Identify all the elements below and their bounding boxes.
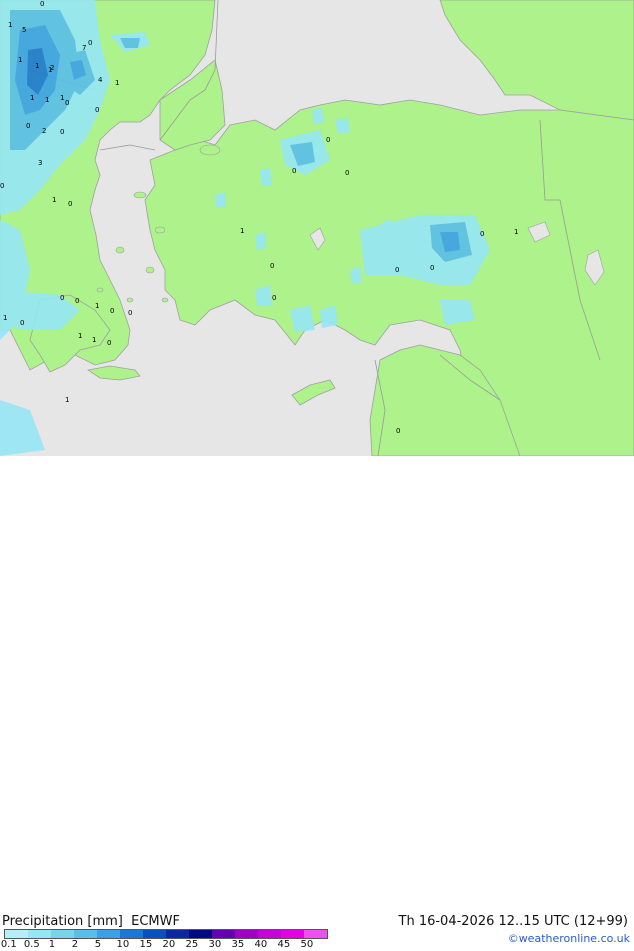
map-footer: Precipitation [mm] ECMWF Th 16-04-2026 1…	[0, 456, 634, 950]
precip-point-label: 5	[22, 26, 26, 34]
legend-swatch	[143, 930, 166, 938]
legend-tick-label: 5	[94, 939, 102, 950]
valid-time: Th 16-04-2026 12..15 UTC (12+99)	[398, 914, 629, 929]
precip-point-label: 1	[60, 94, 64, 102]
precip-point-label: 0	[480, 230, 484, 238]
legend-swatch	[281, 930, 304, 938]
legend-swatch	[97, 930, 120, 938]
legend-tick-label: 0.5	[23, 939, 40, 950]
legend-tick-label: 0.1	[0, 939, 17, 950]
legend-tick-label: 30	[208, 939, 222, 950]
precip-point-label: 0	[60, 128, 64, 136]
credit-link[interactable]: ©weatheronline.co.uk	[508, 932, 630, 945]
precip-point-label: 1	[3, 314, 7, 322]
map-title: Precipitation [mm] ECMWF	[2, 914, 180, 929]
legend-swatch	[28, 930, 51, 938]
precip-point-label: 1	[8, 21, 12, 29]
legend-tick-label: 1	[48, 939, 56, 950]
legend-tick-label: 15	[139, 939, 153, 950]
precipitation-map: 0151112741111003020010100000000101001100…	[0, 0, 634, 457]
precip-point-label: 0	[128, 309, 132, 317]
precip-point-label: 1	[514, 228, 518, 236]
precip-point-label: 1	[78, 332, 82, 340]
legend-color-bar	[4, 929, 328, 939]
precip-point-label: 7	[82, 44, 86, 52]
legend-swatch	[189, 930, 212, 938]
precip-point-label: 1	[45, 96, 49, 104]
precip-point-label: 1	[92, 336, 96, 344]
precip-point-label: 0	[68, 200, 72, 208]
precip-point-label: 0	[88, 39, 92, 47]
precip-point-label: 1	[65, 396, 69, 404]
legend-swatch	[304, 930, 327, 938]
precip-point-label: 0	[396, 427, 400, 435]
precip-point-label: 0	[345, 169, 349, 177]
map-canvas: 01511 1274 11 1 100302 001 01000000 00 1010 01 1 00…	[0, 0, 634, 457]
legend-swatch	[74, 930, 97, 938]
legend-swatch	[235, 930, 258, 938]
precip-point-label: 0	[270, 262, 274, 270]
precip-point-label: 1	[52, 196, 56, 204]
precip-point-label: 0	[110, 307, 114, 315]
legend-tick-label: 25	[185, 939, 199, 950]
legend-tick-label: 35	[231, 939, 245, 950]
precip-point-label: 0	[292, 167, 296, 175]
precip-point-label: 3	[38, 159, 42, 167]
legend-swatch	[166, 930, 189, 938]
precip-legend: 0.1 0.5 1 2 5 10 15 20 25 30 35 40 45 50	[0, 929, 328, 951]
precip-point-label: 1	[95, 302, 99, 310]
precip-point-label: 0	[430, 264, 434, 272]
legend-labels: 0.1 0.5 1 2 5 10 15 20 25 30 35 40 45 50	[0, 939, 328, 951]
precip-point-label: 1	[30, 94, 34, 102]
legend-swatch	[51, 930, 74, 938]
precip-point-label: 0	[95, 106, 99, 114]
legend-tick-label: 10	[116, 939, 130, 950]
legend-swatch	[5, 930, 28, 938]
precip-point-label: 1	[35, 62, 39, 70]
precip-point-label: 4	[98, 76, 103, 84]
legend-swatch	[212, 930, 235, 938]
precip-point-label: 2	[50, 64, 54, 72]
precip-point-label: 0	[272, 294, 276, 302]
precip-point-label: 0	[26, 122, 30, 130]
legend-tick-label: 2	[71, 939, 79, 950]
precip-point-label: 0	[395, 266, 399, 274]
precip-point-label: 0	[107, 339, 111, 347]
precip-point-label: 0	[60, 294, 64, 302]
precip-point-label: 0	[65, 99, 69, 107]
precip-point-label: 0	[75, 297, 79, 305]
legend-swatch	[120, 930, 143, 938]
legend-swatch	[258, 930, 281, 938]
precip-point-label: 1	[18, 56, 22, 64]
precip-point-label: 0	[0, 182, 4, 190]
precip-point-label: 0	[326, 136, 330, 144]
precip-point-label: 0	[20, 319, 24, 327]
model-label: ECMWF	[131, 914, 180, 929]
legend-tick-label: 45	[277, 939, 291, 950]
precip-point-label: 1	[240, 227, 244, 235]
legend-tick-label: 50	[300, 939, 314, 950]
precip-point-label: 1	[115, 79, 119, 87]
precip-point-label: 0	[40, 0, 44, 8]
legend-tick-label: 40	[254, 939, 268, 950]
product-label: Precipitation [mm]	[2, 914, 123, 929]
legend-tick-label: 20	[162, 939, 176, 950]
precip-point-label: 2	[42, 127, 46, 135]
